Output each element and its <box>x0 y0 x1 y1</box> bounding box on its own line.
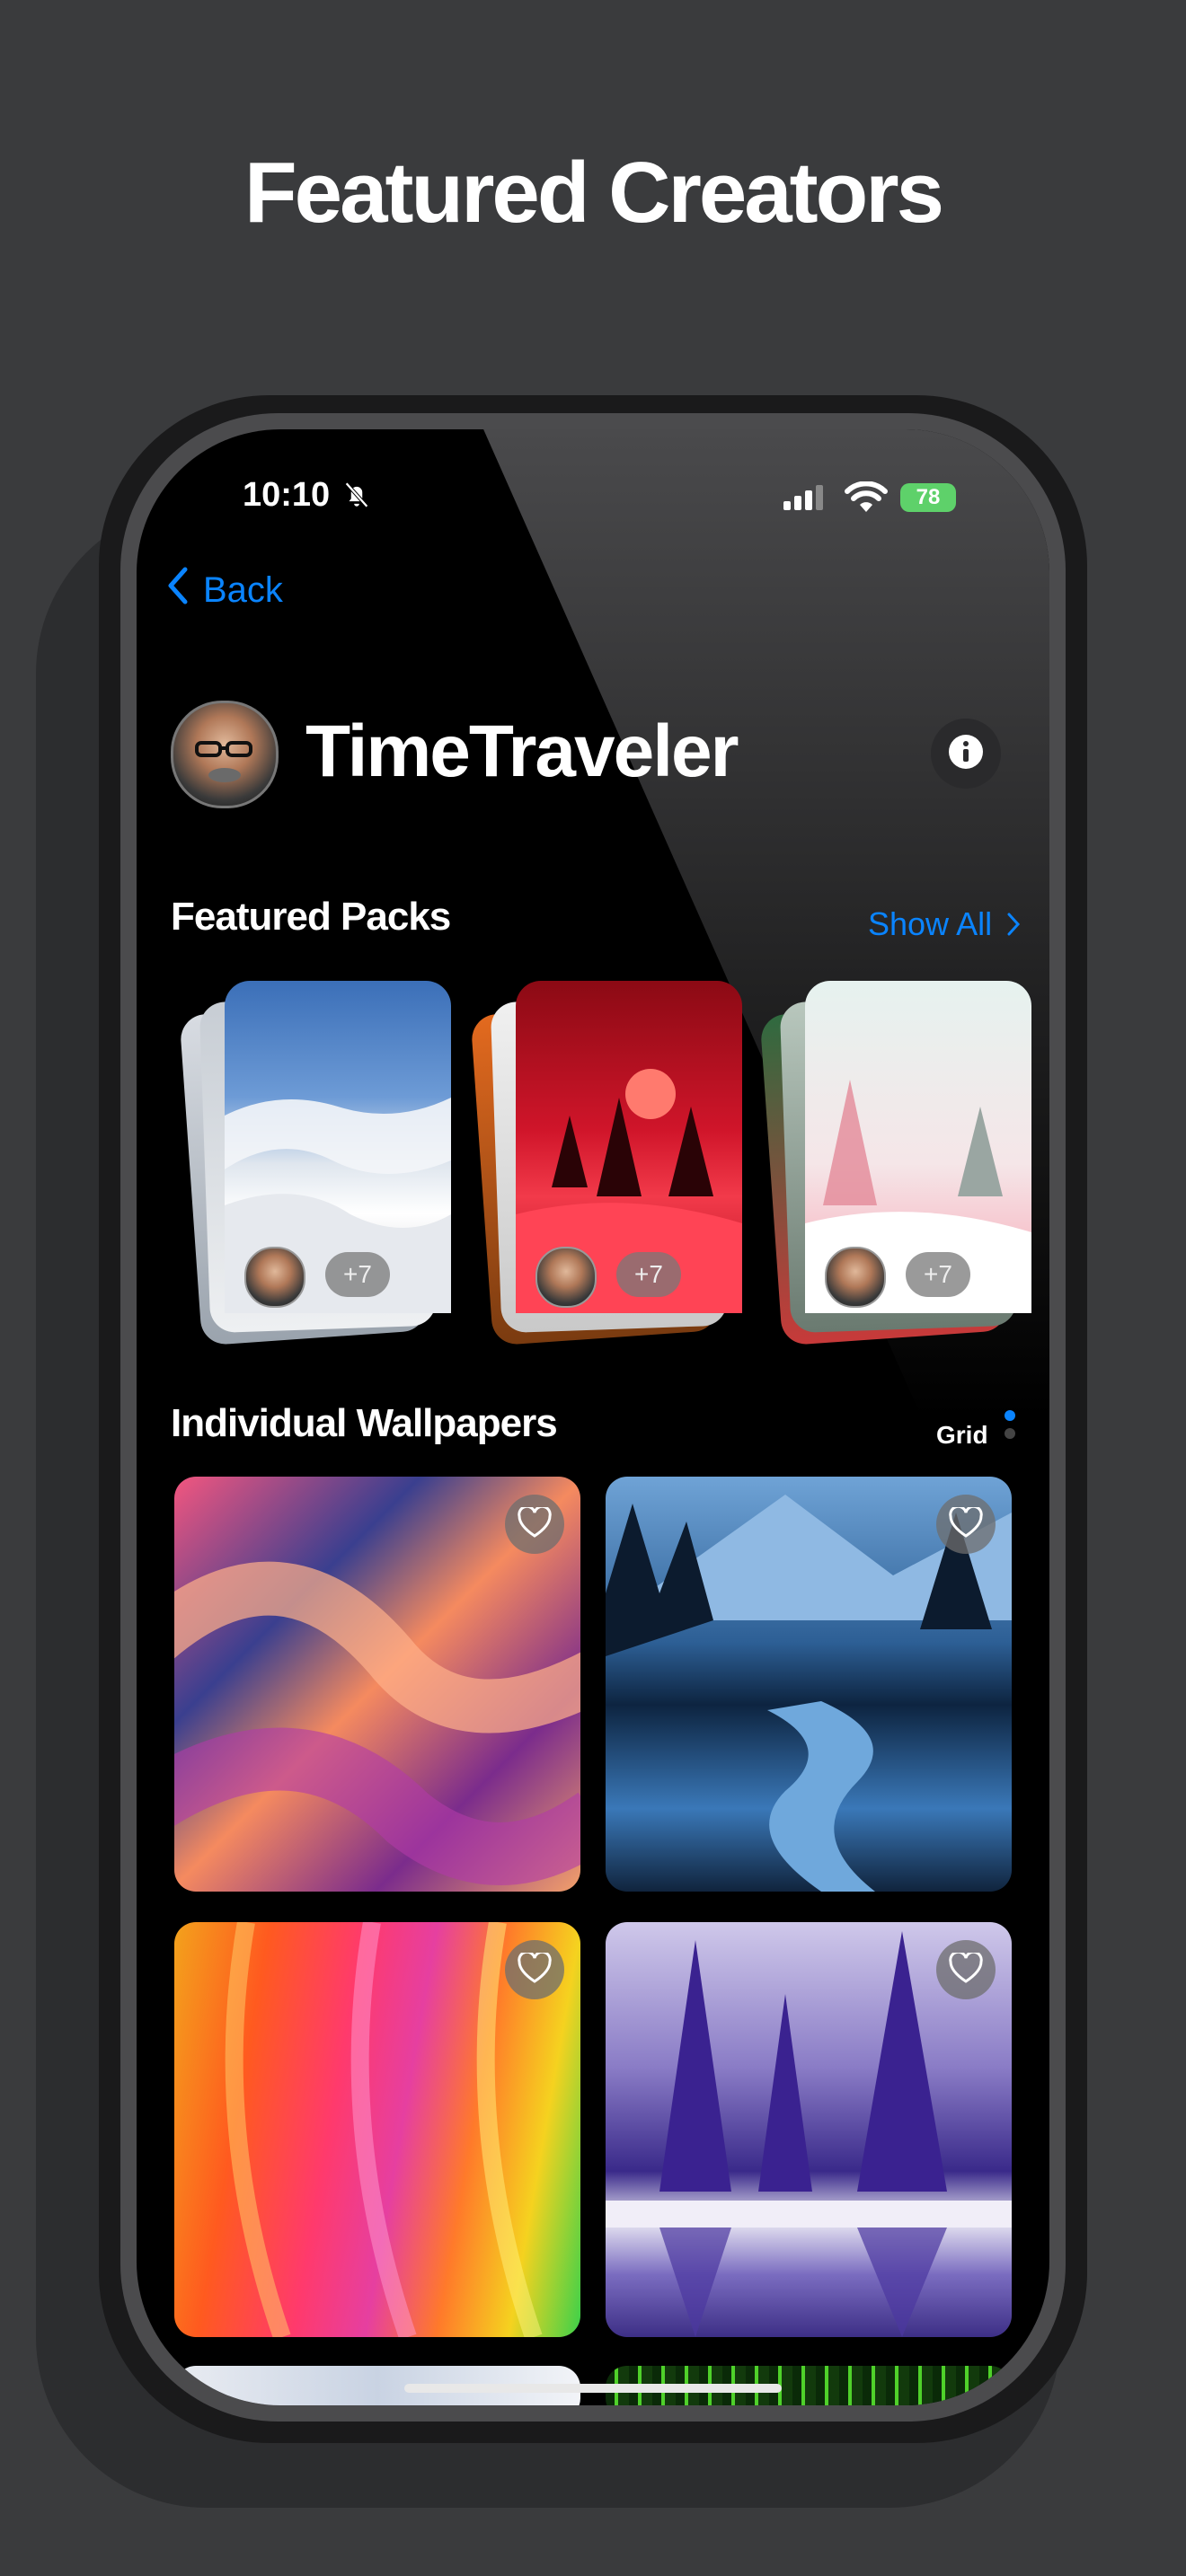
pack-creator-avatar <box>825 1247 886 1308</box>
view-mode-dots <box>1003 1410 1017 1447</box>
featured-packs-title: Featured Packs <box>171 895 451 939</box>
heart-icon <box>518 1950 552 1988</box>
grid-view-toggle[interactable]: Grid <box>936 1421 988 1450</box>
headline: Featured Creators <box>244 145 944 241</box>
heart-icon <box>949 1504 983 1542</box>
pack-card-pink-mist[interactable]: +7 <box>759 981 1040 1346</box>
pack-creator-avatar <box>535 1247 597 1308</box>
phone-screen: 10:10 78 Back TimeTraveler Featured Pack… <box>137 429 1049 2405</box>
cellular-signal-icon <box>783 485 828 515</box>
back-label: Back <box>203 569 283 610</box>
favorite-button[interactable] <box>936 1495 996 1554</box>
pack-card-red-sunset[interactable]: +7 <box>470 981 751 1346</box>
battery-icon: 78 <box>900 483 956 512</box>
info-icon <box>948 734 984 774</box>
info-button[interactable] <box>931 719 1001 789</box>
pack-more-count: +7 <box>325 1252 390 1297</box>
pack-more-count: +7 <box>616 1252 681 1297</box>
creator-avatar <box>171 701 279 808</box>
show-all-label: Show All <box>868 905 993 942</box>
wifi-icon <box>845 481 888 516</box>
favorite-button[interactable] <box>505 1495 564 1554</box>
show-all-link[interactable]: Show All <box>868 905 1021 943</box>
pack-card-snow-forest[interactable]: +7 <box>179 981 460 1346</box>
back-button[interactable]: Back <box>165 566 283 614</box>
favorite-button[interactable] <box>505 1940 564 1999</box>
individual-wallpapers-title: Individual Wallpapers <box>171 1401 558 1445</box>
status-bar: 10:10 78 <box>137 476 1049 530</box>
home-indicator[interactable] <box>404 2384 782 2393</box>
heart-icon <box>949 1950 983 1988</box>
favorite-button[interactable] <box>936 1940 996 1999</box>
chevron-right-icon <box>1001 905 1021 942</box>
wallpaper-tile-rainbow-waves[interactable] <box>174 1922 580 2337</box>
wallpaper-tile-abstract-petals[interactable] <box>174 1477 580 1892</box>
wallpaper-tile-purple-forest[interactable] <box>606 1922 1012 2337</box>
pack-more-count: +7 <box>906 1252 970 1297</box>
status-time: 10:10 <box>243 476 331 514</box>
chevron-left-icon <box>165 566 189 614</box>
heart-icon <box>518 1504 552 1542</box>
creator-name: TimeTraveler <box>305 710 739 792</box>
wallpaper-tile-mountain-river[interactable] <box>606 1477 1012 1892</box>
pack-creator-avatar <box>244 1247 305 1308</box>
bell-slash-icon <box>341 480 372 515</box>
